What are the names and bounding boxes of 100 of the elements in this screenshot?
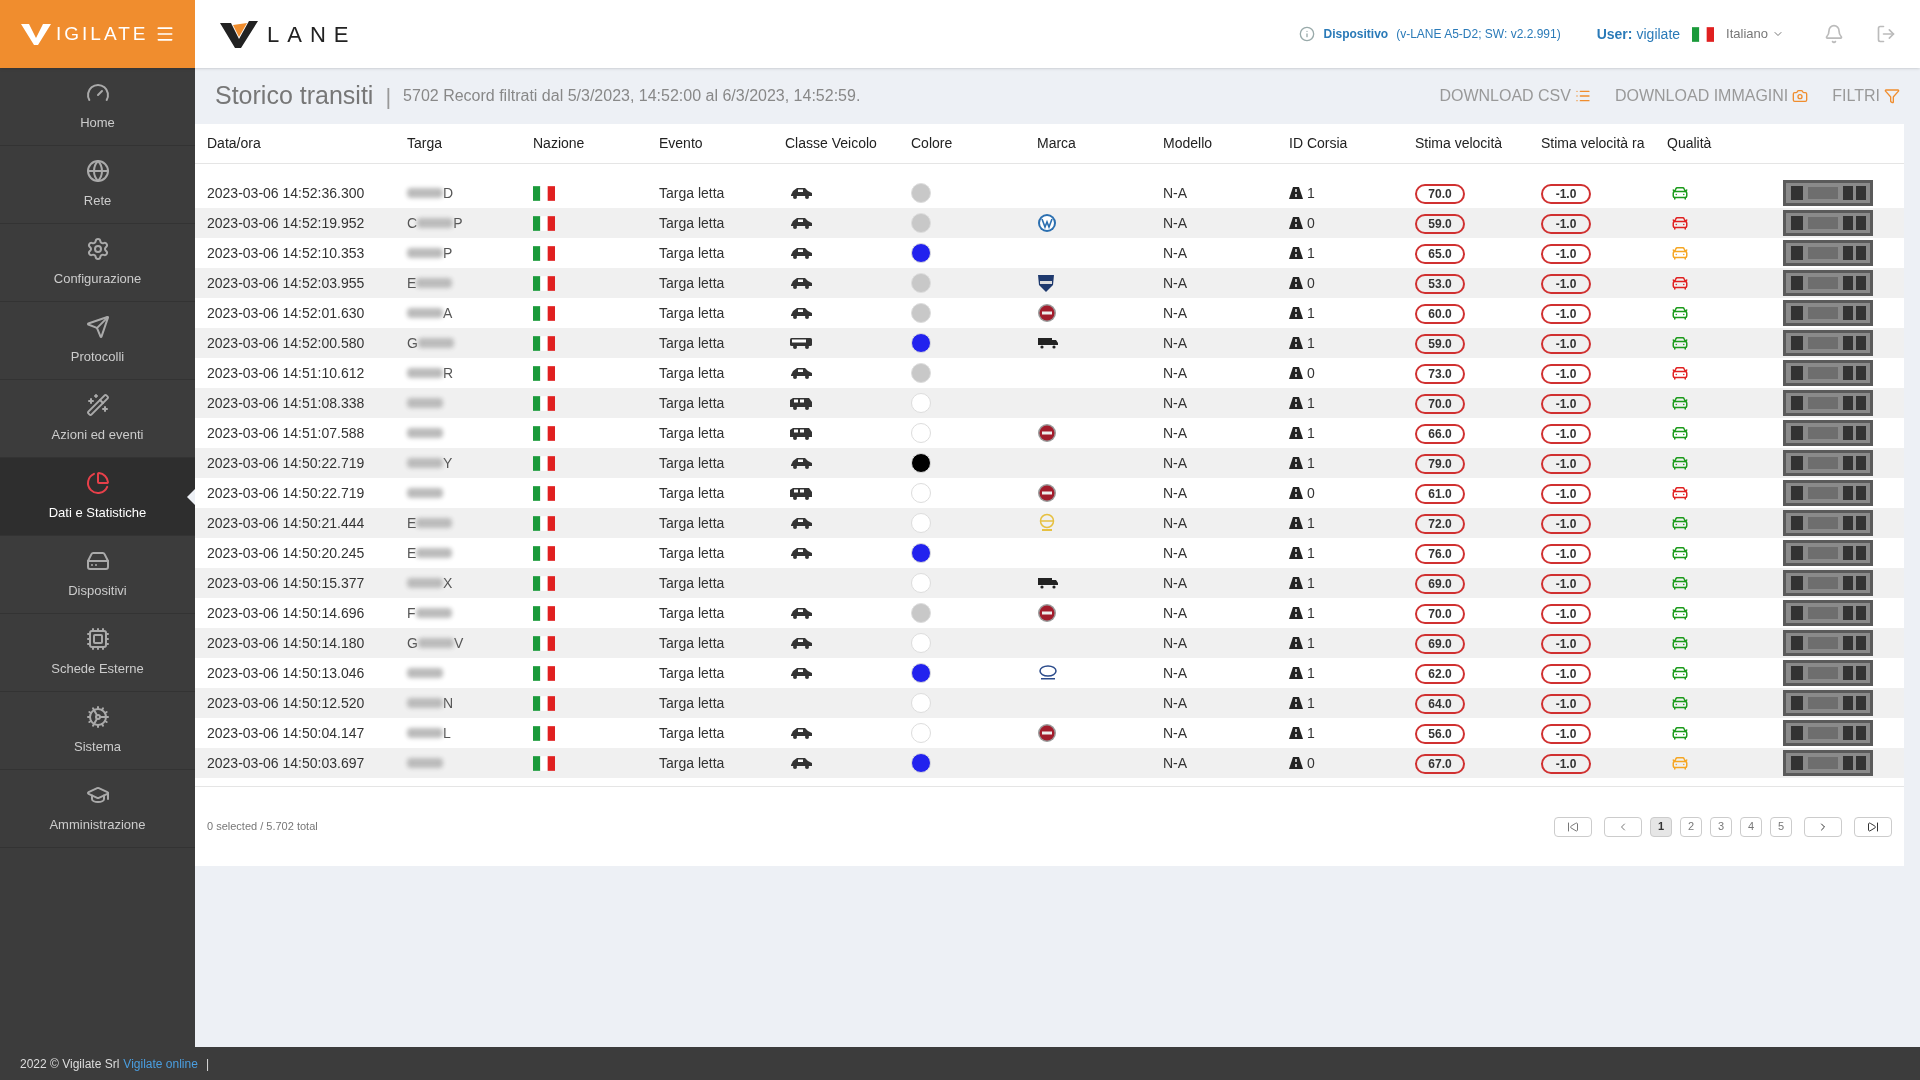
page-button[interactable]: 1 xyxy=(1650,816,1672,837)
previous-page-button[interactable] xyxy=(1604,816,1642,837)
road-icon xyxy=(1289,727,1303,739)
notifications-icon[interactable] xyxy=(1824,24,1844,44)
logout-icon[interactable] xyxy=(1876,24,1896,44)
speed-badge: -1.0 xyxy=(1541,753,1591,774)
van-icon xyxy=(789,426,813,440)
plate-text: D xyxy=(443,183,454,203)
product-logo-text: LANE xyxy=(267,20,357,49)
column-header: Stima velocità ra xyxy=(1541,134,1646,153)
speed-badge: 70.0 xyxy=(1415,183,1465,204)
italy-flag-icon xyxy=(533,485,555,501)
speed-badge: -1.0 xyxy=(1541,213,1591,234)
next-page-button[interactable] xyxy=(1804,816,1842,837)
page-button[interactable]: 4 xyxy=(1740,816,1762,837)
paper-plane-icon xyxy=(85,314,110,339)
blurred-plate-text xyxy=(417,338,454,348)
lane-number: 0 xyxy=(1307,363,1315,383)
road-icon xyxy=(1289,367,1303,379)
blurred-plate-text xyxy=(417,218,454,228)
blurred-plate-text xyxy=(415,608,452,618)
column-header: Marca xyxy=(1037,134,1077,153)
oval-logo-icon xyxy=(1037,665,1059,681)
speed-badge: -1.0 xyxy=(1541,663,1591,684)
table-cell-text: N-A xyxy=(1163,243,1189,263)
column-header: Modello xyxy=(1163,134,1214,153)
bus-icon xyxy=(789,337,813,349)
speed-badge: 65.0 xyxy=(1415,243,1465,264)
table-cell-text: Targa letta xyxy=(659,303,726,323)
blurred-plate-text xyxy=(407,398,443,408)
italy-flag-icon xyxy=(533,275,555,291)
table-cell-text: 2023-03-06 14:50:21.444 xyxy=(207,513,366,533)
speed-badge: 56.0 xyxy=(1415,723,1465,744)
table-cell-text: 2023-03-06 14:51:08.338 xyxy=(207,393,366,413)
round-logo-icon xyxy=(1037,423,1057,443)
page-button[interactable]: 2 xyxy=(1680,816,1702,837)
speed-badge: -1.0 xyxy=(1541,483,1591,504)
speed-badge: 76.0 xyxy=(1415,543,1465,564)
table-cell-text: Targa letta xyxy=(659,543,726,563)
blurred-plate-text xyxy=(416,548,453,558)
italy-flag-icon xyxy=(1692,26,1715,42)
car-icon xyxy=(789,517,813,529)
lane-number: 1 xyxy=(1307,423,1315,443)
chip-icon xyxy=(85,626,110,651)
table-cell-text: 2023-03-06 14:50:04.147 xyxy=(207,723,366,743)
speed-badge: -1.0 xyxy=(1541,453,1591,474)
magic-wand-icon xyxy=(85,392,110,417)
menu-button[interactable] xyxy=(155,24,175,44)
page-button[interactable]: 3 xyxy=(1710,816,1732,837)
lane-number: 1 xyxy=(1307,303,1315,323)
info-icon xyxy=(1299,26,1316,42)
column-header: ID Corsia xyxy=(1289,134,1349,153)
last-page-button[interactable] xyxy=(1854,816,1892,837)
road-icon xyxy=(1289,697,1303,709)
plate-text: N xyxy=(443,693,454,713)
table-cell-text: N-A xyxy=(1163,333,1189,353)
car-icon xyxy=(789,217,813,229)
page-button[interactable]: 5 xyxy=(1770,816,1792,837)
car-icon xyxy=(789,547,813,559)
table-cell-text: 2023-03-06 14:52:01.630 xyxy=(207,303,366,323)
table-cell-text: Targa letta xyxy=(659,363,726,383)
italy-flag-icon xyxy=(533,725,555,741)
table-cell-text: Targa letta xyxy=(659,603,726,623)
road-icon xyxy=(1289,247,1303,259)
table-cell-text: N-A xyxy=(1163,723,1189,743)
speed-badge: -1.0 xyxy=(1541,273,1591,294)
table-cell-text: 2023-03-06 14:50:20.245 xyxy=(207,543,366,563)
blurred-plate-text xyxy=(407,728,443,738)
table-cell-text: N-A xyxy=(1163,483,1189,503)
plate-text: P xyxy=(443,243,453,263)
first-page-button[interactable] xyxy=(1554,816,1592,837)
table-cell-text: N-A xyxy=(1163,393,1189,413)
italy-flag-icon xyxy=(533,545,555,561)
round-logo-icon xyxy=(1037,723,1057,743)
list-icon xyxy=(1574,88,1591,104)
car-icon xyxy=(789,727,813,739)
car-icon xyxy=(789,667,813,679)
website-link[interactable]: Vigilate online xyxy=(123,1054,198,1073)
speed-badge: -1.0 xyxy=(1541,513,1591,534)
table-cell-text: Targa letta xyxy=(659,423,726,443)
language-dropdown[interactable]: Italiano xyxy=(1726,24,1784,44)
speed-badge: -1.0 xyxy=(1541,243,1591,264)
table-cell-text: Targa letta xyxy=(659,273,726,293)
van-icon xyxy=(789,486,813,500)
plate-text: G xyxy=(407,633,418,653)
italy-flag-icon xyxy=(533,305,555,321)
column-header: Data/ora xyxy=(207,134,262,153)
speed-badge: 59.0 xyxy=(1415,213,1465,234)
column-header: Nazione xyxy=(533,134,586,153)
sidebar-item[interactable]: Home xyxy=(0,68,195,146)
table-cell-text: N-A xyxy=(1163,423,1189,443)
blurred-plate-text xyxy=(417,638,454,648)
sidebar-item[interactable]: Dati e Statistiche xyxy=(0,458,195,536)
speed-badge: -1.0 xyxy=(1541,723,1591,744)
table-cell-text: N-A xyxy=(1163,603,1189,623)
blurred-plate-text xyxy=(407,698,443,708)
lane-number: 1 xyxy=(1307,333,1315,353)
column-header: Classe Veicolo xyxy=(785,134,878,153)
table-cell-text: Targa letta xyxy=(659,723,726,743)
car-icon xyxy=(789,757,813,769)
